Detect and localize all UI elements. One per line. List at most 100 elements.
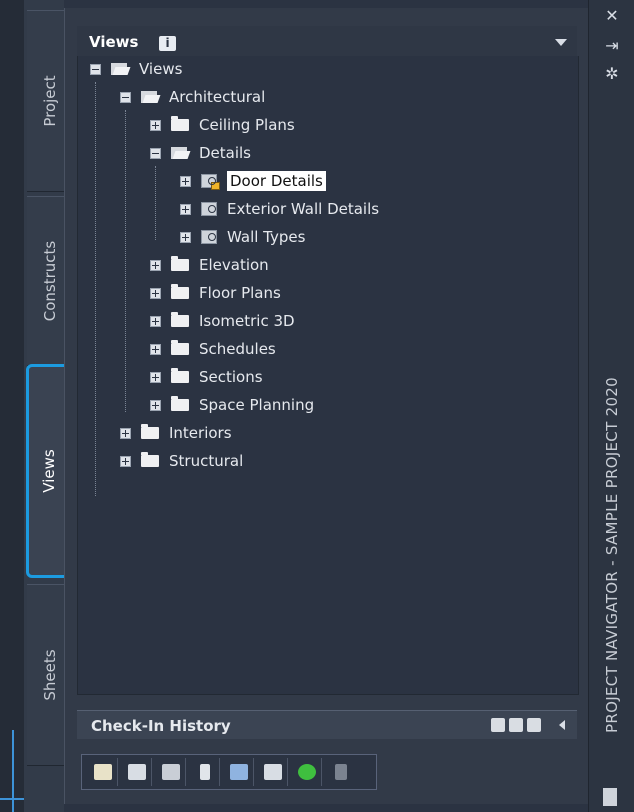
palette-title-bar: ✕ ⇥ ✲ PROJECT NAVIGATOR - SAMPLE PROJECT… [588, 0, 634, 812]
tree-node-door-details[interactable]: Door Details [180, 168, 326, 194]
tree-node-label: Interiors [169, 424, 232, 442]
tree-node-isometric-3d[interactable]: Isometric 3D [150, 308, 295, 334]
binoculars-icon[interactable] [491, 718, 505, 732]
expand-icon[interactable] [180, 175, 191, 187]
tree-node-views[interactable]: Views [90, 56, 182, 82]
tree-node-wall-types[interactable]: Wall Types [180, 224, 305, 250]
collapse-icon[interactable] [120, 91, 131, 103]
close-icon[interactable]: ✕ [589, 6, 634, 25]
chevron-left-icon[interactable] [559, 720, 565, 730]
refresh-icon [297, 764, 316, 780]
expand-icon[interactable] [150, 287, 161, 299]
folder-icon [141, 424, 159, 439]
expand-icon[interactable] [150, 119, 161, 131]
palette-menu-icon[interactable] [603, 788, 617, 806]
detail-view-icon [161, 764, 180, 780]
info-icon[interactable]: i [159, 36, 176, 51]
tree-node-label: Sections [199, 368, 263, 386]
properties-icon[interactable]: ✲ [589, 64, 634, 83]
folder-icon [171, 256, 189, 271]
tree-node-label: Schedules [199, 340, 276, 358]
check-in-history-bar[interactable]: Check-In History [77, 710, 577, 739]
collapse-icon[interactable] [90, 63, 101, 75]
add-view-category-button[interactable] [88, 758, 118, 786]
tree-guide-line [125, 110, 126, 412]
tree-node-label: Architectural [169, 88, 266, 106]
view-drawing-icon [201, 202, 217, 216]
expand-icon[interactable] [180, 231, 191, 243]
folder-icon [141, 452, 159, 467]
expand-icon[interactable] [150, 371, 161, 383]
tree-node-space-planning[interactable]: Space Planning [150, 392, 314, 418]
tree-node-schedules[interactable]: Schedules [150, 336, 276, 362]
expand-icon[interactable] [120, 455, 131, 467]
folder-icon [171, 368, 189, 383]
tree-node-label: Floor Plans [199, 284, 281, 302]
tree-node-floor-plans[interactable]: Floor Plans [150, 280, 281, 306]
tree-node-ceiling-plans[interactable]: Ceiling Plans [150, 112, 295, 138]
expand-icon[interactable] [150, 259, 161, 271]
open-folder-icon [171, 147, 189, 159]
tree-node-details[interactable]: Details [150, 140, 251, 166]
palette-tabs: Project Constructs Views Sheets [24, 0, 73, 812]
add-section-view-button[interactable] [190, 758, 220, 786]
add-model-space-view-button[interactable] [258, 758, 288, 786]
ucs-indicator-horizontal [0, 798, 24, 800]
folder-icon [171, 396, 189, 411]
new-view-icon [127, 764, 146, 780]
tree-node-sections[interactable]: Sections [150, 364, 263, 390]
tab-views-label: Views [40, 449, 58, 493]
tree-node-structural[interactable]: Structural [120, 448, 243, 474]
chevron-down-icon[interactable] [555, 39, 567, 46]
expand-icon[interactable] [180, 203, 191, 215]
expand-icon[interactable] [150, 343, 161, 355]
collapse-icon[interactable] [150, 147, 161, 159]
tab-sheets-label: Sheets [41, 649, 59, 701]
elevation-view-icon [229, 764, 248, 780]
folder-icon [171, 284, 189, 299]
auto-hide-icon[interactable]: ⇥ [589, 36, 634, 55]
check-in-history-title: Check-In History [91, 717, 231, 735]
tree-node-label: Structural [169, 452, 244, 470]
locked-view-icon [201, 174, 220, 190]
check-in-history-icons [491, 718, 541, 732]
repath-icon [335, 764, 347, 780]
monitor-icon[interactable] [509, 718, 523, 732]
tab-constructs-label: Constructs [41, 240, 59, 322]
left-edge-strip [0, 0, 25, 812]
expand-icon[interactable] [150, 315, 161, 327]
tree-node-label: Wall Types [227, 228, 306, 246]
views-title: Views [89, 33, 139, 51]
add-elevation-view-button[interactable] [224, 758, 254, 786]
expand-icon[interactable] [150, 399, 161, 411]
refresh-button[interactable] [292, 758, 322, 786]
open-folder-icon [141, 91, 159, 103]
tree-node-label: Exterior Wall Details [227, 200, 380, 218]
tree-node-architectural[interactable]: Architectural [120, 84, 265, 110]
repath-button[interactable] [326, 758, 356, 786]
tree-guide-line [155, 166, 156, 240]
tree-node-label: Views [139, 60, 183, 78]
model-space-view-icon [263, 764, 282, 780]
tree-node-label: Ceiling Plans [199, 116, 295, 134]
project-navigator-panel: Views i Views Architectural Ceiling Plan… [64, 8, 589, 804]
tree-node-label: Space Planning [199, 396, 315, 414]
add-view-button[interactable] [122, 758, 152, 786]
tree-node-label: Details [199, 144, 252, 162]
section-view-icon [199, 764, 210, 780]
folder-icon [171, 312, 189, 327]
open-folder-icon [111, 63, 129, 75]
folder-icon [171, 340, 189, 355]
tree-node-label-selected: Door Details [227, 171, 326, 191]
tree-guide-line [95, 82, 96, 496]
expand-icon[interactable] [120, 427, 131, 439]
views-header[interactable]: Views i [77, 26, 577, 57]
tree-node-label: Elevation [199, 256, 269, 274]
add-detail-view-button[interactable] [156, 758, 186, 786]
tree-node-exterior-wall-details[interactable]: Exterior Wall Details [180, 196, 379, 222]
tree-node-elevation[interactable]: Elevation [150, 252, 269, 278]
new-folder-icon [93, 764, 112, 780]
views-tree: Views Architectural Ceiling Plans Detail… [77, 56, 579, 695]
tree-node-interiors[interactable]: Interiors [120, 420, 232, 446]
list-view-icon[interactable] [527, 718, 541, 732]
